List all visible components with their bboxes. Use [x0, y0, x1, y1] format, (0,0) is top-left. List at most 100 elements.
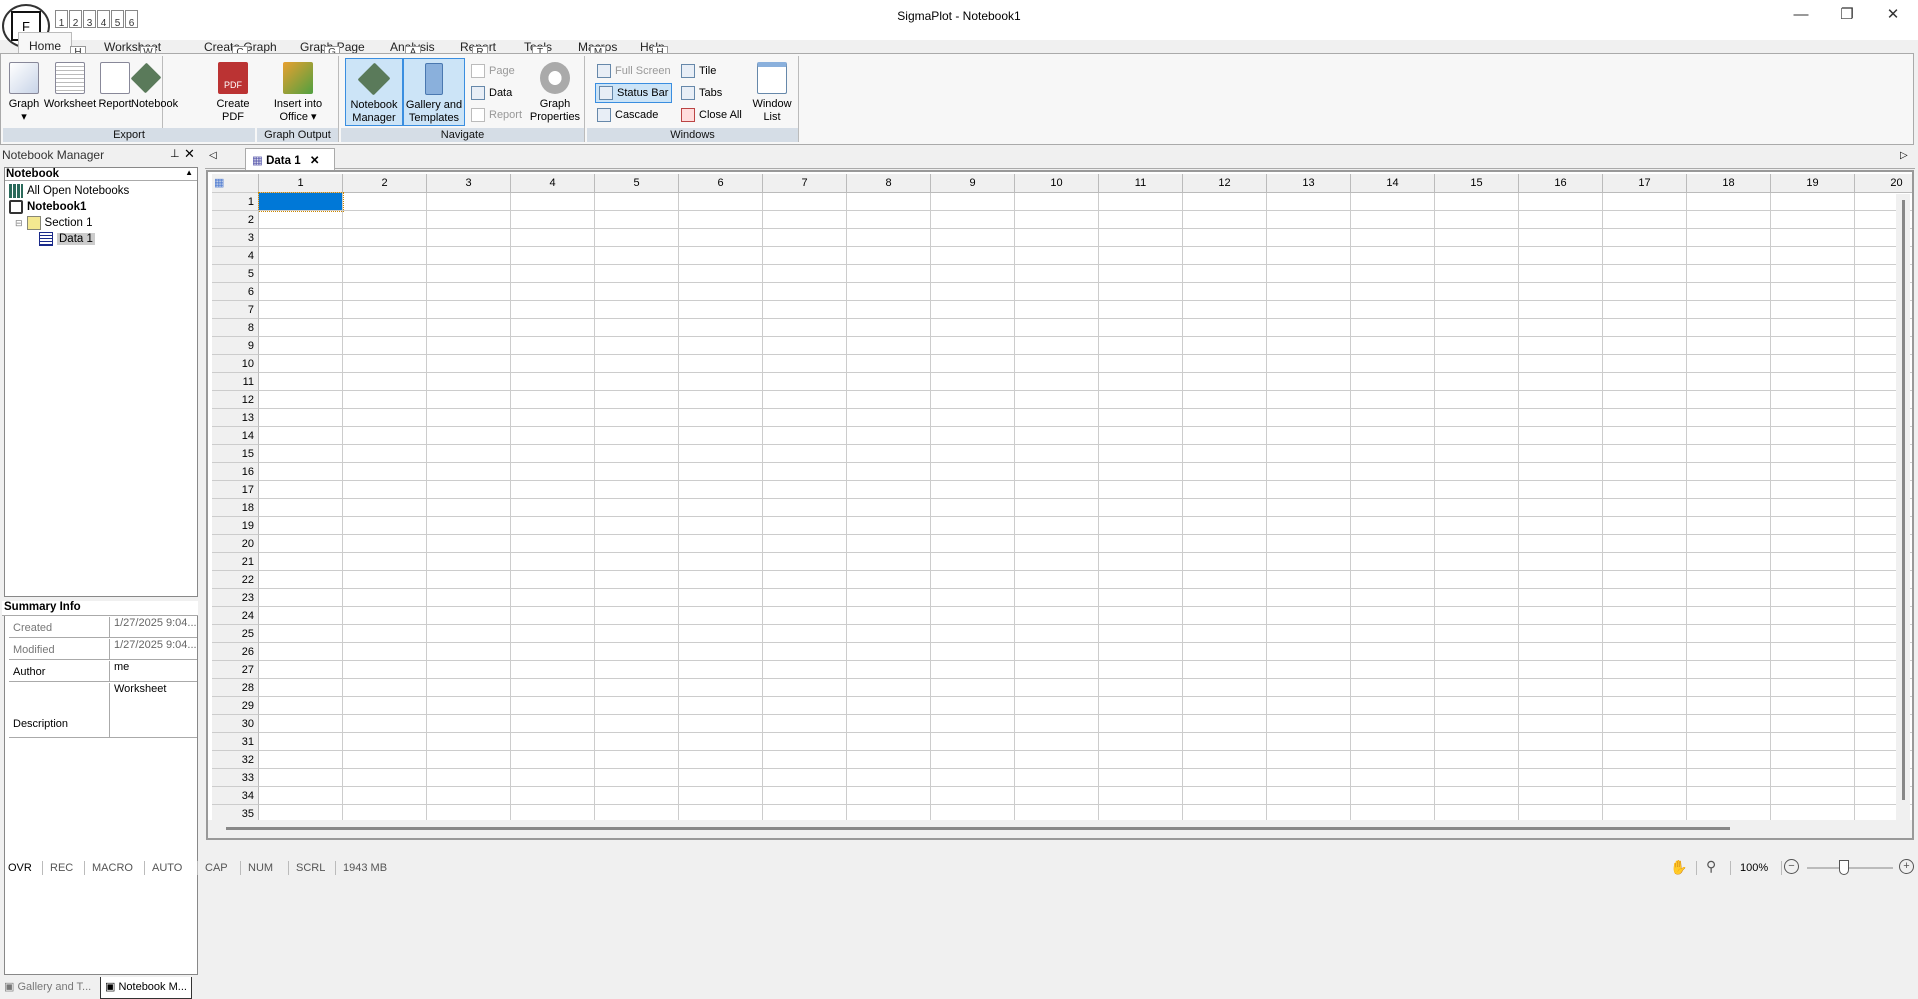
cell[interactable] — [1687, 463, 1771, 481]
cell[interactable] — [1435, 517, 1519, 535]
cell[interactable] — [1519, 373, 1603, 391]
cell[interactable] — [1099, 571, 1183, 589]
cell[interactable] — [931, 247, 1015, 265]
cell[interactable] — [931, 283, 1015, 301]
cell[interactable] — [1603, 373, 1687, 391]
row-header[interactable]: 10 — [212, 355, 259, 373]
cell[interactable] — [763, 661, 847, 679]
cell[interactable] — [427, 391, 511, 409]
cell[interactable] — [1435, 211, 1519, 229]
cell[interactable] — [1099, 373, 1183, 391]
cell[interactable] — [1603, 679, 1687, 697]
cell[interactable] — [1267, 427, 1351, 445]
cell[interactable] — [1267, 499, 1351, 517]
cell[interactable] — [1267, 535, 1351, 553]
cell[interactable] — [259, 373, 343, 391]
cell[interactable] — [1351, 733, 1435, 751]
cell[interactable] — [763, 337, 847, 355]
cell[interactable] — [511, 463, 595, 481]
cell[interactable] — [1519, 319, 1603, 337]
cell[interactable] — [1435, 481, 1519, 499]
column-header[interactable]: 8 — [847, 174, 931, 193]
cell[interactable] — [931, 355, 1015, 373]
cell[interactable] — [427, 247, 511, 265]
cell[interactable] — [679, 571, 763, 589]
cell[interactable] — [343, 499, 427, 517]
expand-icon[interactable]: ⊟ — [15, 218, 23, 229]
row-header[interactable]: 32 — [212, 751, 259, 769]
cell[interactable] — [259, 661, 343, 679]
cell[interactable] — [1351, 355, 1435, 373]
cell[interactable] — [1267, 517, 1351, 535]
cell[interactable] — [679, 661, 763, 679]
cell[interactable] — [1519, 607, 1603, 625]
cell[interactable] — [595, 715, 679, 733]
cell[interactable] — [1435, 715, 1519, 733]
cell[interactable] — [427, 355, 511, 373]
cell[interactable] — [343, 337, 427, 355]
cell[interactable] — [1183, 463, 1267, 481]
cell[interactable] — [1435, 337, 1519, 355]
cell[interactable] — [1099, 499, 1183, 517]
cell[interactable] — [511, 751, 595, 769]
cell[interactable] — [1267, 211, 1351, 229]
cell[interactable] — [1435, 409, 1519, 427]
cell[interactable] — [1519, 463, 1603, 481]
cell[interactable] — [1771, 283, 1855, 301]
cell[interactable] — [847, 625, 931, 643]
cell[interactable] — [595, 751, 679, 769]
cell[interactable] — [595, 409, 679, 427]
cell[interactable] — [847, 211, 931, 229]
cell[interactable] — [1771, 211, 1855, 229]
cell[interactable] — [1267, 769, 1351, 787]
row-header[interactable]: 17 — [212, 481, 259, 499]
cell[interactable] — [1015, 553, 1099, 571]
cell[interactable] — [1099, 697, 1183, 715]
cell[interactable] — [1351, 265, 1435, 283]
cell[interactable] — [1603, 409, 1687, 427]
cell[interactable] — [1099, 553, 1183, 571]
cell[interactable] — [931, 517, 1015, 535]
cell[interactable] — [679, 355, 763, 373]
cell[interactable] — [847, 751, 931, 769]
cell[interactable] — [1015, 409, 1099, 427]
cell[interactable] — [679, 265, 763, 283]
cell[interactable] — [847, 697, 931, 715]
cell[interactable] — [1435, 463, 1519, 481]
cell[interactable] — [931, 427, 1015, 445]
cell[interactable] — [511, 535, 595, 553]
cell[interactable] — [763, 463, 847, 481]
cell[interactable] — [931, 535, 1015, 553]
cell[interactable] — [931, 607, 1015, 625]
full-screen-button[interactable]: Full Screen — [597, 62, 671, 80]
cell[interactable] — [511, 301, 595, 319]
cell[interactable] — [343, 787, 427, 805]
cell[interactable] — [343, 445, 427, 463]
cell[interactable] — [1771, 769, 1855, 787]
cell[interactable] — [1519, 247, 1603, 265]
cell[interactable] — [1099, 211, 1183, 229]
cell[interactable] — [1183, 283, 1267, 301]
cell[interactable] — [343, 769, 427, 787]
cell[interactable] — [931, 643, 1015, 661]
cell[interactable] — [427, 715, 511, 733]
cell[interactable] — [427, 517, 511, 535]
zoom-slider[interactable] — [1807, 860, 1893, 875]
cell[interactable] — [1351, 787, 1435, 805]
cell[interactable] — [1099, 463, 1183, 481]
cell[interactable] — [511, 661, 595, 679]
cell[interactable] — [679, 301, 763, 319]
cell[interactable] — [1267, 661, 1351, 679]
cell[interactable] — [259, 445, 343, 463]
cell[interactable] — [847, 481, 931, 499]
pin-icon[interactable]: ⊥ — [170, 147, 180, 160]
tab-home[interactable]: Home — [18, 32, 73, 54]
cell[interactable] — [763, 733, 847, 751]
cell[interactable] — [343, 193, 427, 211]
row-header[interactable]: 15 — [212, 445, 259, 463]
cell[interactable] — [1015, 265, 1099, 283]
cell[interactable] — [1267, 715, 1351, 733]
row-header[interactable]: 21 — [212, 553, 259, 571]
cell[interactable] — [1351, 535, 1435, 553]
cell[interactable] — [259, 643, 343, 661]
